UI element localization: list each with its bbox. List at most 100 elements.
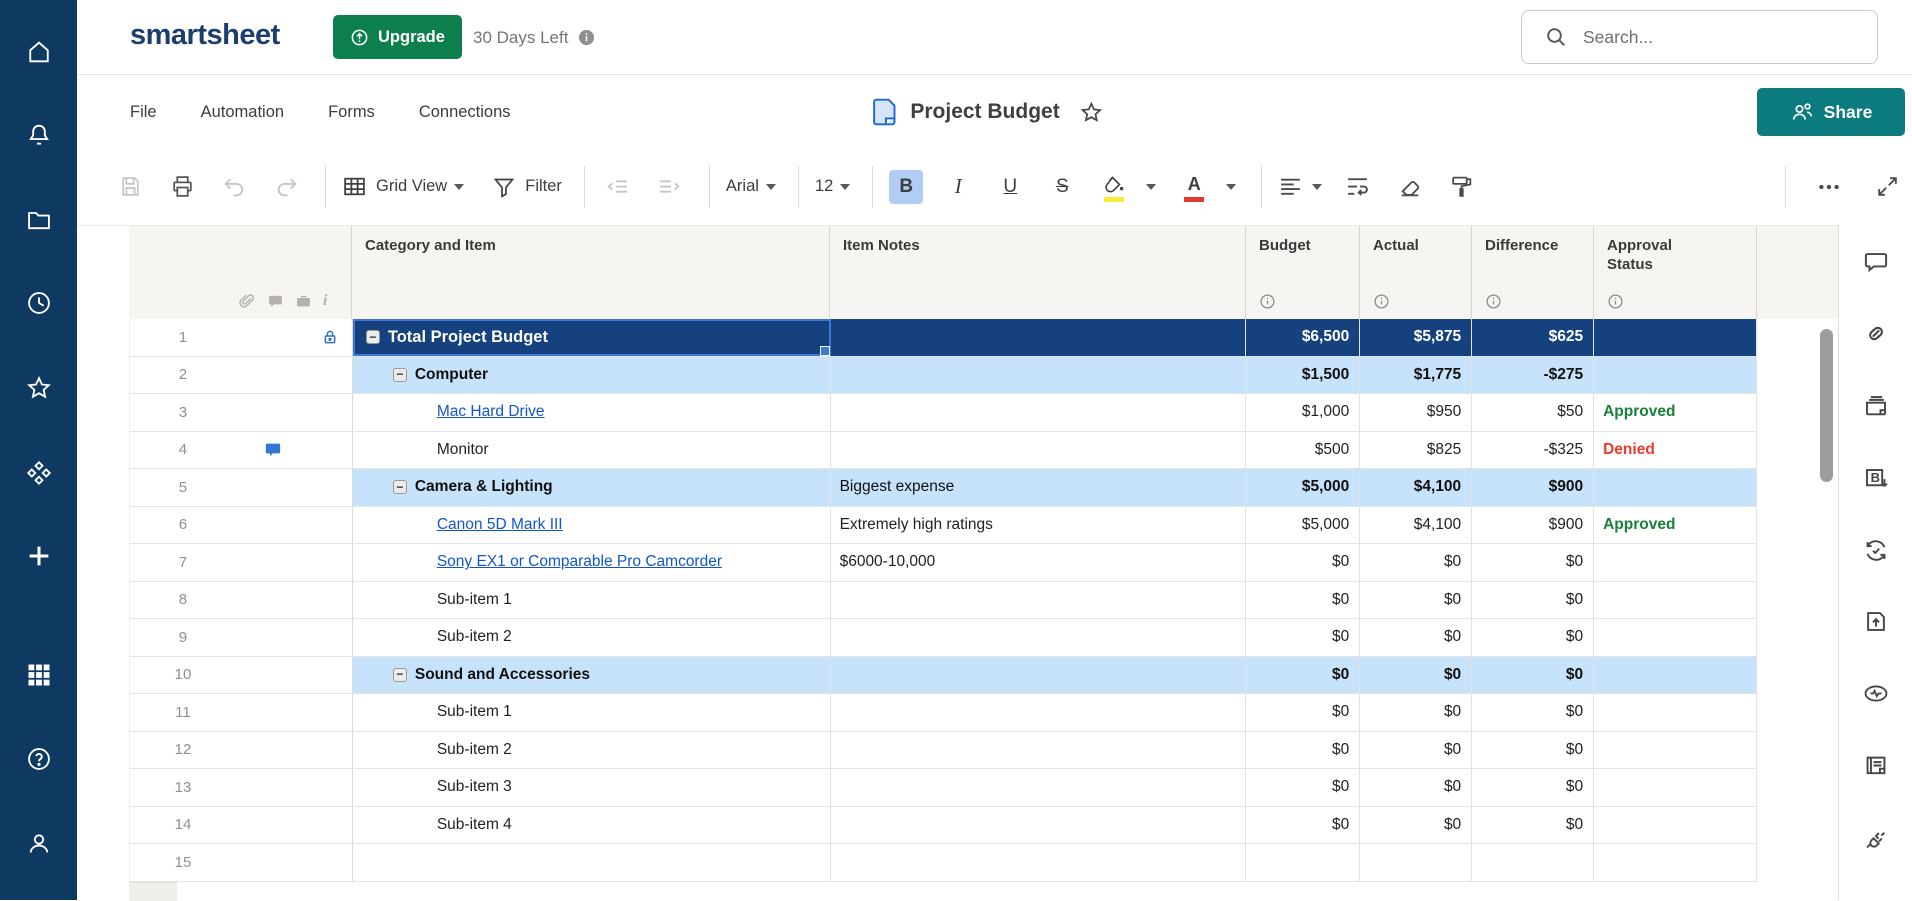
cell-approval[interactable]: Approved [1594,394,1757,431]
upgrade-button[interactable]: Upgrade [333,15,462,59]
cell-notes[interactable]: $6000-10,000 [831,544,1247,581]
item-link[interactable]: Mac Hard Drive [437,403,545,421]
row-number[interactable]: 13 [130,769,236,806]
collapse-toggle[interactable]: − [393,668,407,682]
cell-approval[interactable] [1594,769,1757,806]
row-number[interactable]: 7 [130,544,236,581]
cell-actual[interactable]: $0 [1360,582,1472,619]
cell-difference[interactable]: $0 [1472,582,1594,619]
collapse-toggle[interactable]: − [393,480,407,494]
cell-approval[interactable] [1594,844,1757,881]
row-number[interactable]: 15 [130,844,236,881]
clear-format-eraser-button[interactable] [1392,170,1426,204]
row-gutter[interactable] [236,357,353,394]
row-number[interactable]: 10 [130,657,236,694]
cell-category[interactable]: −Camera & Lighting [353,469,831,506]
cell-notes[interactable] [831,582,1247,619]
proof-box-icon[interactable] [295,293,312,310]
conversations-icon[interactable] [1862,249,1889,276]
cell-budget[interactable] [1246,844,1360,881]
menu-automation[interactable]: Automation [201,103,284,122]
menu-connections[interactable]: Connections [419,103,511,122]
cell-actual[interactable]: $950 [1360,394,1472,431]
cell-category[interactable]: −Sound and Accessories [353,657,831,694]
cell-difference[interactable]: $0 [1472,732,1594,769]
column-header-approval[interactable]: Approval Status [1594,226,1757,319]
menu-forms[interactable]: Forms [328,103,375,122]
item-link[interactable]: Canon 5D Mark III [437,516,563,534]
row-number[interactable]: 3 [130,394,236,431]
cell-difference[interactable]: -$275 [1472,357,1594,394]
cell-difference[interactable]: $0 [1472,807,1594,844]
cell-budget[interactable]: $0 [1246,694,1360,731]
expand-fullscreen-icon[interactable] [1870,170,1904,204]
cell-difference[interactable]: -$325 [1472,432,1594,469]
cell-budget[interactable]: $6,500 [1246,319,1360,356]
cell-notes[interactable] [831,357,1247,394]
cell-budget[interactable]: $1,500 [1246,357,1360,394]
save-button[interactable] [113,170,147,204]
wrap-text-button[interactable] [1340,170,1374,204]
cell-category[interactable]: Sub-item 1 [353,582,831,619]
cell-category[interactable]: Sub-item 3 [353,769,831,806]
row-gutter[interactable] [236,619,353,656]
cell-category[interactable]: −Computer [353,357,831,394]
column-header-budget[interactable]: Budget [1246,226,1360,319]
cell-budget[interactable]: $0 [1246,807,1360,844]
app-launcher-grid-icon[interactable] [25,661,53,689]
corner-header-cell[interactable] [129,226,235,319]
filter-button[interactable]: Filter [492,170,562,204]
favorite-star-icon[interactable] [1079,100,1104,125]
align-button[interactable] [1278,170,1322,204]
row-gutter[interactable] [236,807,353,844]
column-info-icon[interactable] [1373,293,1390,310]
cell-category[interactable] [353,844,831,881]
cell-approval[interactable] [1594,582,1757,619]
format-painter-roller-button[interactable] [1444,170,1478,204]
cell-category[interactable]: Mac Hard Drive [353,394,831,431]
cell-category[interactable]: −Total Project Budget [353,319,831,356]
cell-notes[interactable] [831,432,1247,469]
cell-approval[interactable] [1594,357,1757,394]
column-info-icon[interactable] [1607,293,1624,310]
cell-budget[interactable]: $0 [1246,582,1360,619]
row-number[interactable]: 11 [130,694,236,731]
indent-button[interactable] [653,170,687,204]
more-options-icon[interactable] [1812,170,1846,204]
column-info-icon[interactable] [1259,293,1276,310]
cell-category[interactable]: Canon 5D Mark III [353,507,831,544]
font-family-selector[interactable]: Arial [726,170,776,204]
cell-notes[interactable] [831,657,1247,694]
row-gutter[interactable] [236,469,353,506]
cell-notes[interactable] [831,769,1247,806]
smartsheet-logo[interactable]: smartsheet [130,19,280,52]
cell-notes[interactable]: Biggest expense [831,469,1247,506]
connections-plug-icon[interactable] [1862,825,1889,852]
cell-actual[interactable]: $5,875 [1360,319,1472,356]
cell-difference[interactable]: $0 [1472,769,1594,806]
cell-category[interactable]: Sub-item 2 [353,732,831,769]
row-gutter[interactable] [236,319,353,356]
row-number[interactable]: 1 [130,319,236,356]
cell-budget[interactable]: $0 [1246,544,1360,581]
bold-button[interactable]: B [889,170,923,204]
item-link[interactable]: Sony EX1 or Comparable Pro Camcorder [437,553,722,571]
home-icon[interactable] [25,38,53,66]
row-number[interactable]: 4 [130,432,236,469]
collapse-toggle[interactable]: − [366,330,380,344]
row-gutter[interactable] [236,732,353,769]
cell-notes[interactable] [831,732,1247,769]
row-number[interactable]: 14 [130,807,236,844]
cell-difference[interactable]: $625 [1472,319,1594,356]
collapse-toggle[interactable]: − [393,368,407,382]
publish-icon[interactable] [1862,608,1889,635]
create-plus-icon[interactable] [25,542,53,570]
font-size-selector[interactable]: 12 [815,170,850,204]
font-color-dropdown[interactable] [1223,170,1239,204]
cell-budget[interactable]: $1,000 [1246,394,1360,431]
cell-approval[interactable] [1594,619,1757,656]
cell-approval[interactable] [1594,657,1757,694]
row-gutter[interactable] [236,432,353,469]
cell-budget[interactable]: $0 [1246,769,1360,806]
row-number[interactable]: 2 [130,357,236,394]
